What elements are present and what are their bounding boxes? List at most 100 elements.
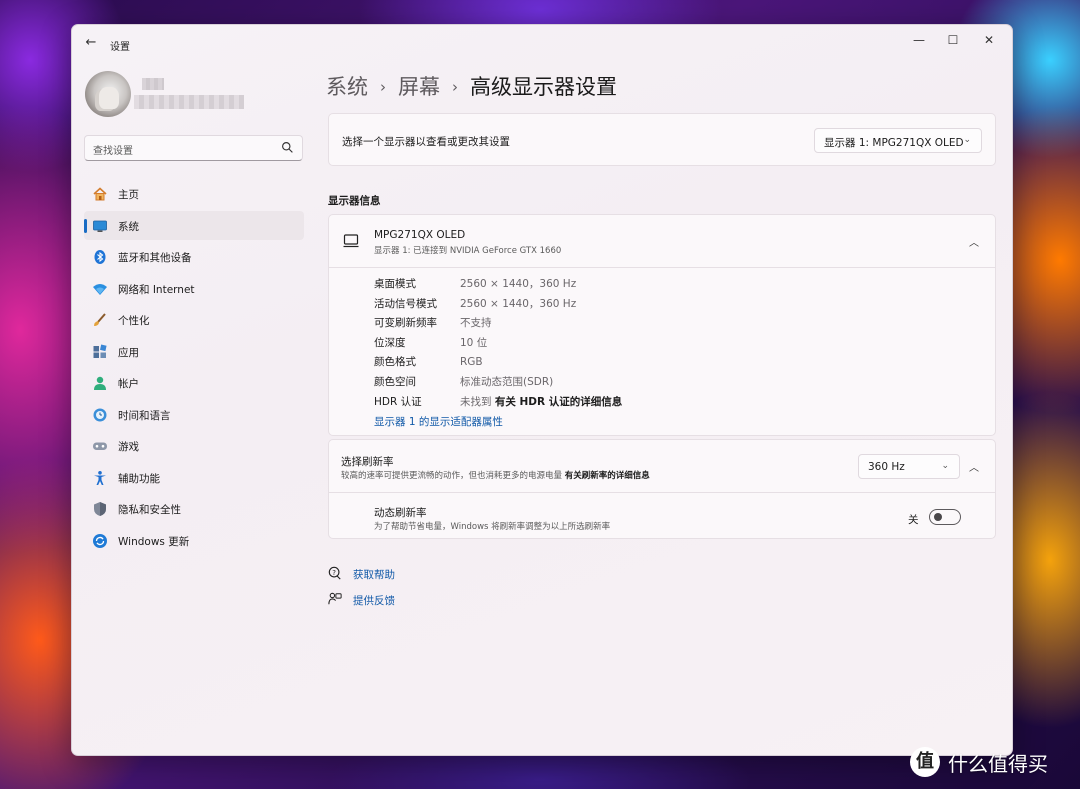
bluetooth-icon	[94, 250, 106, 264]
info-key: 可变刷新频率	[374, 317, 437, 330]
sidebar-item-label: 隐私和安全性	[118, 504, 181, 516]
breadcrumb: 系统 › 屏幕 › 高级显示器设置	[326, 71, 617, 101]
title-bar: ← 设置 — ☐ ✕	[72, 25, 1012, 59]
get-help-label: 获取帮助	[353, 569, 395, 581]
chevron-down-icon: ⌄	[963, 135, 971, 145]
sidebar-item-label: 辅助功能	[118, 472, 160, 485]
info-row: 活动信号模式 2560 × 1440，360 Hz	[374, 296, 622, 316]
search-input[interactable]: 查找设置	[84, 135, 303, 161]
sidebar-item-time-language[interactable]: 时间和语言	[84, 400, 304, 429]
chevron-up-icon[interactable]: ︿	[969, 234, 979, 249]
apps-icon	[93, 344, 107, 358]
display-info-rows: 桌面模式 2560 × 1440，360 Hz 活动信号模式 2560 × 1440…	[374, 276, 622, 413]
section-title-display-info: 显示器信息	[328, 195, 381, 207]
dynamic-refresh-toggle[interactable]	[929, 509, 961, 525]
monitor-connection: 显示器 1: 已连接到 NVIDIA GeForce GTX 1660	[374, 246, 562, 256]
sidebar-item-label: 帐户	[118, 378, 139, 390]
breadcrumb-system[interactable]: 系统	[326, 75, 368, 99]
refresh-rate-description: 较高的速率可提供更流畅的动作，但也消耗更多的电源电量	[341, 471, 563, 481]
chevron-down-icon: ⌄	[941, 461, 949, 471]
avatar[interactable]	[85, 71, 131, 117]
refresh-rate-info-link[interactable]: 有关刷新率的详细信息	[565, 471, 650, 481]
info-key: 颜色格式	[374, 356, 416, 369]
info-value: 10 位	[460, 336, 488, 349]
user-email-redacted	[134, 95, 244, 109]
info-value: 2560 × 1440，360 Hz	[460, 278, 577, 290]
refresh-rate-header: 选择刷新率 较高的速率可提供更流畅的动作，但也消耗更多的电源电量 有关刷新率的详…	[329, 440, 995, 493]
adapter-properties-link[interactable]: 显示器 1 的显示适配器属性	[374, 414, 503, 429]
refresh-rate-dropdown[interactable]: 360 Hz ⌄	[858, 454, 960, 479]
maximize-button[interactable]: ☐	[936, 29, 970, 51]
sidebar-item-home[interactable]: 主页	[84, 179, 304, 208]
info-value: 不支持	[460, 317, 492, 330]
sidebar-item-personalization[interactable]: 个性化	[84, 305, 304, 334]
sidebar-item-bluetooth[interactable]: 蓝牙和其他设备	[84, 242, 304, 271]
breadcrumb-separator: ›	[452, 78, 458, 96]
display-info-header[interactable]: MPG271QX OLED 显示器 1: 已连接到 NVIDIA GeForce…	[329, 215, 995, 268]
sidebar-item-label: 个性化	[118, 315, 150, 327]
chevron-up-icon[interactable]: ︿	[969, 459, 979, 474]
accessibility-icon	[94, 470, 106, 485]
sidebar-item-apps[interactable]: 应用	[84, 337, 304, 366]
hdr-certification-link[interactable]: 有关 HDR 认证的详细信息	[495, 396, 622, 408]
info-row: 位深度 10 位	[374, 335, 622, 355]
sidebar-item-gaming[interactable]: 游戏	[84, 431, 304, 460]
user-name-redacted	[142, 78, 164, 90]
display-select-dropdown[interactable]: 显示器 1: MPG271QX OLED ⌄	[814, 128, 982, 153]
help-icon: ?	[328, 566, 341, 580]
sidebar-item-account[interactable]: 帐户	[84, 368, 304, 397]
info-key: 活动信号模式	[374, 297, 437, 310]
info-row: 颜色空间 标准动态范围(SDR)	[374, 374, 622, 394]
hdr-status: 未找到	[460, 395, 492, 408]
info-value: 未找到 有关 HDR 认证的详细信息	[460, 396, 622, 408]
info-row: HDR 认证 未找到 有关 HDR 认证的详细信息	[374, 394, 622, 414]
sidebar-item-privacy[interactable]: 隐私和安全性	[84, 494, 304, 523]
network-icon	[93, 283, 107, 295]
dynamic-refresh-title: 动态刷新率	[374, 507, 427, 519]
info-key: 位深度	[374, 336, 406, 349]
breadcrumb-display[interactable]: 屏幕	[398, 75, 440, 99]
info-key: 桌面模式	[374, 278, 416, 290]
info-row: 桌面模式 2560 × 1440，360 Hz	[374, 276, 622, 296]
refresh-rate-title: 选择刷新率	[341, 456, 394, 468]
watermark-logo: 值	[910, 747, 940, 777]
refresh-rate-card: 选择刷新率 较高的速率可提供更流畅的动作，但也消耗更多的电源电量 有关刷新率的详…	[328, 439, 996, 539]
refresh-rate-subtitle: 较高的速率可提供更流畅的动作，但也消耗更多的电源电量 有关刷新率的详细信息	[341, 469, 650, 481]
sidebar-item-accessibility[interactable]: 辅助功能	[84, 463, 304, 492]
monitor-name: MPG271QX OLED	[374, 229, 466, 241]
toggle-knob	[934, 513, 942, 521]
sidebar-item-label: 蓝牙和其他设备	[118, 252, 192, 264]
breadcrumb-separator: ›	[380, 78, 386, 96]
sidebar-item-label: 主页	[118, 189, 139, 201]
back-arrow-icon[interactable]: ←	[82, 34, 100, 52]
system-icon	[93, 220, 107, 232]
gaming-icon	[93, 442, 107, 450]
feedback-label: 提供反馈	[353, 595, 395, 607]
refresh-rate-value: 360 Hz	[868, 461, 905, 473]
app-title: 设置	[110, 42, 130, 53]
toggle-state-label: 关	[908, 514, 919, 526]
search-placeholder: 查找设置	[93, 146, 133, 157]
display-select-card: 选择一个显示器以查看或更改其设置 显示器 1: MPG271QX OLED ⌄	[328, 113, 996, 166]
info-value: RGB	[460, 356, 483, 369]
close-button[interactable]: ✕	[972, 29, 1006, 51]
sidebar-item-label: 时间和语言	[118, 409, 171, 422]
sidebar-nav: 主页 系统 蓝牙和其他设备 网络和 Internet 个性化 应用 帐户 时间和…	[84, 179, 304, 557]
info-value: 标准动态范围(SDR)	[460, 375, 554, 388]
minimize-button[interactable]: —	[902, 29, 936, 51]
sidebar-item-label: Windows 更新	[118, 535, 190, 548]
sidebar-item-label: 系统	[118, 220, 139, 233]
feedback-icon	[328, 592, 342, 605]
display-select-label: 选择一个显示器以查看或更改其设置	[342, 136, 510, 148]
sidebar-item-label: 网络和 Internet	[118, 283, 195, 296]
home-icon	[93, 187, 107, 201]
page-title: 高级显示器设置	[470, 75, 617, 99]
sidebar-item-system[interactable]: 系统	[84, 210, 304, 240]
search-icon[interactable]	[281, 141, 294, 154]
time-language-icon	[93, 408, 107, 421]
sidebar-item-network[interactable]: 网络和 Internet	[84, 274, 304, 303]
info-key: HDR 认证	[374, 395, 422, 408]
personalization-icon	[94, 313, 106, 326]
sidebar-item-windows-update[interactable]: Windows 更新	[84, 526, 304, 555]
svg-text:?: ?	[332, 569, 336, 577]
